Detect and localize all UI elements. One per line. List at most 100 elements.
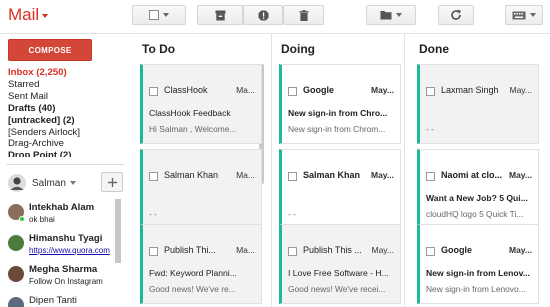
archive-button[interactable]	[197, 5, 243, 25]
card-checkbox[interactable]	[288, 172, 297, 181]
card-snippet: - -	[426, 124, 434, 134]
folder-icon	[380, 11, 392, 20]
card-subject: ClassHook Feedback	[149, 108, 231, 118]
card-date: May...	[509, 245, 532, 255]
toolbar: Mail	[0, 0, 550, 32]
label-drag-archive[interactable]: Drag-Archive	[8, 138, 126, 150]
label-list: Inbox (2,250) Starred Sent Mail Drafts (…	[8, 67, 126, 157]
trash-icon	[299, 9, 308, 21]
card-snippet: Good news! We've recei...	[288, 284, 386, 294]
spam-icon	[258, 10, 268, 20]
card-subject: Want a New Job? 5 Qui...	[426, 193, 528, 203]
card-date: May...	[371, 245, 394, 255]
email-card[interactable]: Naomi at clo... May... Want a New Job? 5…	[417, 149, 539, 229]
delete-button[interactable]	[283, 5, 324, 25]
keyboard-icon	[512, 11, 526, 19]
email-card[interactable]: Publish Thi... Ma... Fwd: Keyword Planni…	[140, 224, 262, 304]
chat-contact-list: Intekhab Alam ok bhai Himanshu Tyagi htt…	[6, 200, 114, 307]
card-sender: Google	[441, 245, 472, 255]
label-inbox[interactable]: Inbox (2,250)	[8, 67, 126, 79]
card-checkbox[interactable]	[426, 87, 435, 96]
online-status-icon	[19, 216, 25, 222]
avatar	[8, 174, 26, 192]
sidebar-scrollbar[interactable]	[115, 199, 121, 263]
card-sender: Google	[303, 85, 334, 95]
checkbox-icon	[149, 10, 159, 20]
card-snippet: - -	[149, 209, 157, 219]
card-checkbox[interactable]	[149, 247, 158, 256]
archive-icon	[215, 10, 225, 20]
chevron-down-icon	[69, 181, 76, 185]
chat-contact[interactable]: Dipen Tanti	[6, 293, 114, 307]
column-title: Done	[419, 42, 449, 56]
card-date: May...	[371, 85, 394, 95]
chevron-down-icon	[530, 13, 536, 17]
select-checkbox-button[interactable]	[132, 5, 186, 25]
user-name: Salman	[32, 177, 66, 189]
move-to-button[interactable]	[366, 5, 416, 25]
card-checkbox[interactable]	[426, 172, 435, 181]
email-card[interactable]: Publish This ... May... I Love Free Soft…	[279, 224, 401, 304]
card-snippet: cloudHQ logo 5 Quick Ti...	[426, 209, 524, 219]
card-checkbox[interactable]	[149, 87, 158, 96]
chat-contact[interactable]: Megha Sharma Follow On Instagram	[6, 262, 114, 293]
card-snippet: - -	[288, 209, 296, 219]
label-drafts[interactable]: Drafts (40)	[8, 103, 126, 115]
card-sender: Laxman Singh	[441, 85, 499, 95]
card-sender: Publish Thi...	[164, 245, 216, 255]
plus-icon	[107, 177, 117, 187]
column-done: Done Laxman Singh May... - - Naomi at cl…	[405, 34, 550, 307]
chat-contact[interactable]: Intekhab Alam ok bhai	[6, 200, 114, 231]
add-contact-button[interactable]	[101, 172, 123, 192]
card-checkbox[interactable]	[288, 247, 297, 256]
card-date: Ma...	[236, 170, 255, 180]
card-snippet: New sign-in from Lenovo...	[426, 284, 526, 294]
card-subject: New sign-in from Lenov...	[426, 268, 530, 278]
compose-button[interactable]: COMPOSE	[8, 39, 92, 61]
label-sent-mail[interactable]: Sent Mail	[8, 91, 126, 103]
label-drop-point[interactable]: Drop Point (2)	[8, 150, 126, 157]
user-menu[interactable]: Salman	[8, 172, 76, 194]
label-senders-airlock[interactable]: [Senders Airlock]	[8, 127, 126, 139]
card-checkbox[interactable]	[426, 247, 435, 256]
card-snippet: Hi Salman , Welcome...	[149, 124, 237, 134]
card-date: May...	[509, 85, 532, 95]
brand-label: Mail	[8, 5, 40, 24]
avatar	[8, 266, 24, 282]
email-card[interactable]: Google May... New sign-in from Chro... N…	[279, 64, 401, 144]
card-checkbox[interactable]	[149, 172, 158, 181]
column-title: To Do	[142, 42, 176, 56]
report-spam-button[interactable]	[243, 5, 283, 25]
kanban-board: To Do ClassHook Ma... ClassHook Feedback…	[128, 34, 550, 307]
chat-contact[interactable]: Himanshu Tyagi https://www.quora.com	[6, 231, 114, 262]
card-checkbox[interactable]	[288, 87, 297, 96]
card-sender: ClassHook	[164, 85, 208, 95]
contact-name: Intekhab Alam	[29, 202, 95, 213]
email-card[interactable]: ClassHook Ma... ClassHook Feedback Hi Sa…	[140, 64, 262, 144]
email-card[interactable]: Laxman Singh May... - -	[417, 64, 539, 144]
sidebar: COMPOSE Inbox (2,250) Starred Sent Mail …	[0, 34, 128, 307]
mail-menu[interactable]: Mail	[8, 5, 49, 25]
contact-status-link[interactable]: https://www.quora.com	[29, 246, 113, 255]
label-untracked[interactable]: [untracked] (2)	[8, 115, 126, 127]
refresh-icon	[451, 9, 461, 20]
email-card[interactable]: Salman Khan May... - -	[279, 149, 401, 229]
chevron-down-icon	[42, 13, 49, 18]
card-subject: Fwd: Keyword Planni...	[149, 268, 237, 278]
card-sender: Naomi at clo...	[441, 170, 503, 180]
column-title: Doing	[281, 42, 315, 56]
card-sender: Salman Khan	[164, 170, 219, 180]
avatar	[8, 235, 24, 251]
card-date: May...	[509, 170, 532, 180]
card-date: May...	[371, 170, 394, 180]
input-tools-button[interactable]	[505, 5, 543, 25]
refresh-button[interactable]	[438, 5, 474, 25]
label-starred[interactable]: Starred	[8, 79, 126, 91]
email-card[interactable]: Google May... New sign-in from Lenov... …	[417, 224, 539, 304]
contact-status: Follow On Instagram	[29, 277, 103, 286]
card-sender: Publish This ...	[303, 245, 362, 255]
column-doing: Doing Google May... New sign-in from Chr…	[267, 34, 405, 307]
contact-name: Himanshu Tyagi	[29, 233, 103, 244]
email-card[interactable]: Salman Khan Ma... - -	[140, 149, 262, 229]
chevron-down-icon	[163, 13, 169, 17]
